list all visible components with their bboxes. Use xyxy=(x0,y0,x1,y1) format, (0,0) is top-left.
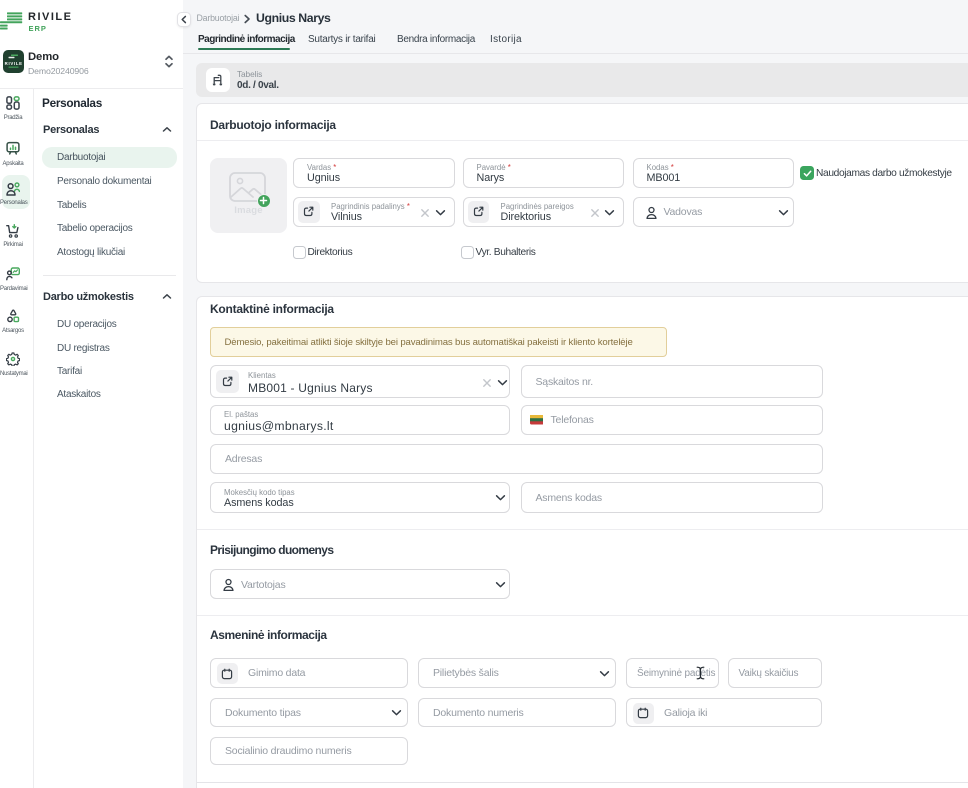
svg-text:RIVILE: RIVILE xyxy=(4,60,22,65)
